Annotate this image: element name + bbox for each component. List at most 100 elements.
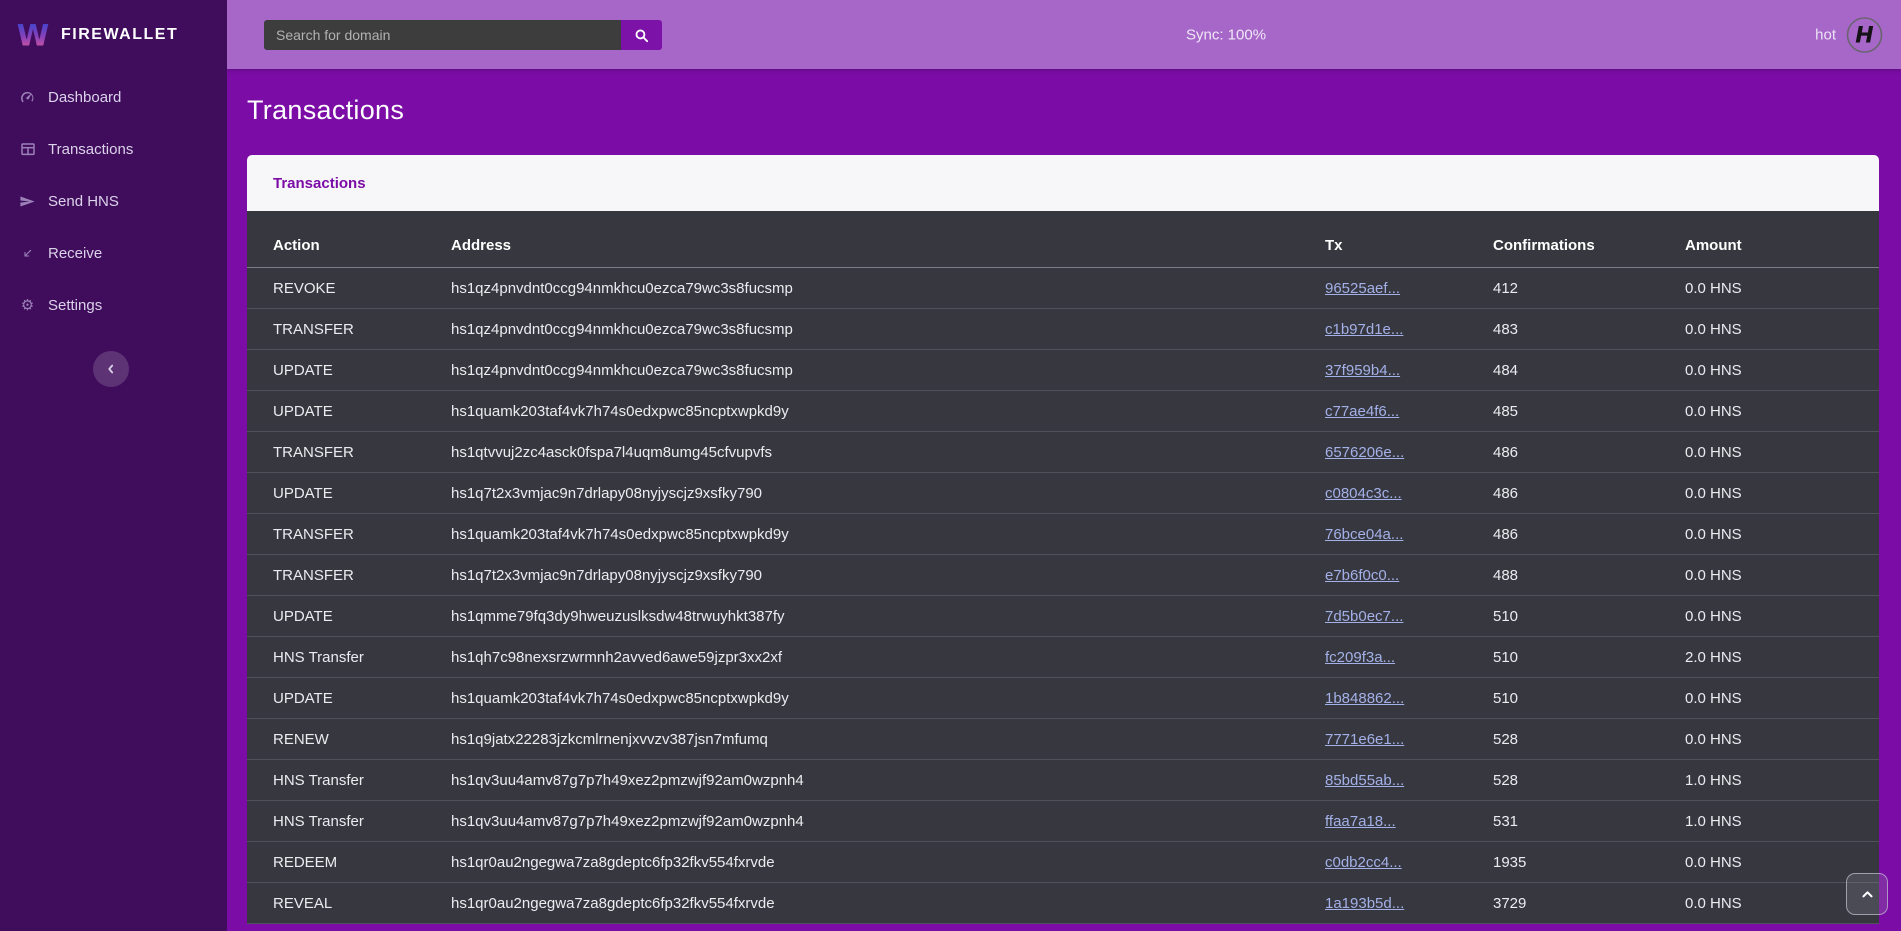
sidebar-item-label: Transactions [48, 141, 133, 158]
tx-hash-link[interactable]: 85bd55ab... [1325, 772, 1404, 789]
sidebar-item-send-hns[interactable]: Send HNS [0, 175, 227, 227]
table-row: REVOKE hs1qz4pnvdnt0ccg94nmkhcu0ezca79wc… [247, 268, 1879, 309]
tx-hash-link[interactable]: 1b848862... [1325, 690, 1404, 707]
scroll-to-top-button[interactable] [1846, 873, 1888, 915]
table-row: TRANSFER hs1qz4pnvdnt0ccg94nmkhcu0ezca79… [247, 309, 1879, 350]
tx-amount: 1.0 HNS [1685, 801, 1879, 842]
tx-action: UPDATE [247, 596, 451, 637]
transactions-card: Transactions Action Address Tx Confirmat… [247, 155, 1879, 924]
tx-amount: 0.0 HNS [1685, 678, 1879, 719]
tx-hash-link[interactable]: 6576206e... [1325, 444, 1404, 461]
card-title: Transactions [247, 155, 1879, 211]
tx-address: hs1q9jatx22283jzkcmlrnenjxvvzv387jsn7mfu… [451, 719, 1325, 760]
search-button[interactable] [621, 20, 662, 50]
table-row: REVEAL hs1qr0au2ngegwa7za8gdeptc6fp32fkv… [247, 883, 1879, 924]
tx-hash-link[interactable]: e7b6f0c0... [1325, 567, 1399, 584]
table-row: REDEEM hs1qr0au2ngegwa7za8gdeptc6fp32fkv… [247, 842, 1879, 883]
tx-hash-cell: 96525aef... [1325, 268, 1493, 309]
tx-address: hs1qv3uu4amv87g7p7h49xez2pmzwjf92am0wzpn… [451, 760, 1325, 801]
tx-amount: 0.0 HNS [1685, 350, 1879, 391]
tx-hash-cell: fc209f3a... [1325, 637, 1493, 678]
tx-action: RENEW [247, 719, 451, 760]
firewallet-logo-icon: W [14, 16, 52, 54]
tx-hash-cell: c0db2cc4... [1325, 842, 1493, 883]
tx-confirmations: 486 [1493, 432, 1685, 473]
tx-hash-cell: e7b6f0c0... [1325, 555, 1493, 596]
tx-hash-link[interactable]: fc209f3a... [1325, 649, 1395, 666]
tx-action: TRANSFER [247, 514, 451, 555]
tx-amount: 0.0 HNS [1685, 268, 1879, 309]
sidebar-item-receive[interactable]: Receive [0, 227, 227, 279]
tx-hash-cell: 1a193b5d... [1325, 883, 1493, 924]
tx-confirmations: 528 [1493, 719, 1685, 760]
tx-confirmations: 510 [1493, 596, 1685, 637]
tx-confirmations: 484 [1493, 350, 1685, 391]
tx-hash-link[interactable]: 96525aef... [1325, 280, 1400, 297]
tx-confirmations: 486 [1493, 514, 1685, 555]
tx-confirmations: 488 [1493, 555, 1685, 596]
table-row: TRANSFER hs1quamk203taf4vk7h74s0edxpwc85… [247, 514, 1879, 555]
dashboard-gauge-icon [18, 89, 37, 106]
tx-address: hs1qv3uu4amv87g7p7h49xez2pmzwjf92am0wzpn… [451, 801, 1325, 842]
tx-hash-link[interactable]: 76bce04a... [1325, 526, 1403, 543]
wallet-name: hot [1815, 26, 1836, 43]
sidebar-collapse-button[interactable] [93, 351, 129, 387]
tx-address: hs1qz4pnvdnt0ccg94nmkhcu0ezca79wc3s8fucs… [451, 309, 1325, 350]
tx-action: REVEAL [247, 883, 451, 924]
tx-confirmations: 510 [1493, 678, 1685, 719]
tx-confirmations: 1935 [1493, 842, 1685, 883]
tx-hash-cell: c77ae4f6... [1325, 391, 1493, 432]
tx-action: UPDATE [247, 350, 451, 391]
table-row: UPDATE hs1quamk203taf4vk7h74s0edxpwc85nc… [247, 391, 1879, 432]
table-row: HNS Transfer hs1qv3uu4amv87g7p7h49xez2pm… [247, 760, 1879, 801]
tx-address: hs1qtvvuj2zc4asck0fspa7l4uqm8umg45cfvupv… [451, 432, 1325, 473]
sidebar-item-settings[interactable]: ⚙ Settings [0, 279, 227, 331]
search-input[interactable] [264, 20, 621, 50]
tx-hash-link[interactable]: 7d5b0ec7... [1325, 608, 1403, 625]
tx-hash-link[interactable]: 1a193b5d... [1325, 895, 1404, 912]
tx-hash-link[interactable]: ffaa7a18... [1325, 813, 1396, 830]
tx-amount: 0.0 HNS [1685, 473, 1879, 514]
table-row: HNS Transfer hs1qv3uu4amv87g7p7h49xez2pm… [247, 801, 1879, 842]
settings-gear-icon: ⚙ [18, 298, 37, 313]
sidebar: W FIREWALLET Dashboard Transact [0, 0, 227, 931]
tx-hash-cell: 1b848862... [1325, 678, 1493, 719]
tx-hash-link[interactable]: c1b97d1e... [1325, 321, 1403, 338]
brand[interactable]: W FIREWALLET [0, 0, 227, 69]
tx-amount: 1.0 HNS [1685, 760, 1879, 801]
table-row: TRANSFER hs1qtvvuj2zc4asck0fspa7l4uqm8um… [247, 432, 1879, 473]
table-row: RENEW hs1q9jatx22283jzkcmlrnenjxvvzv387j… [247, 719, 1879, 760]
tx-amount: 0.0 HNS [1685, 514, 1879, 555]
tx-hash-cell: 37f959b4... [1325, 350, 1493, 391]
column-header-confirmations: Confirmations [1493, 211, 1685, 268]
svg-text:H: H [1855, 23, 1873, 48]
tx-confirmations: 486 [1493, 473, 1685, 514]
tx-action: TRANSFER [247, 432, 451, 473]
brand-name: FIREWALLET [61, 26, 178, 44]
column-header-amount: Amount [1685, 211, 1879, 268]
handshake-h-icon[interactable]: H [1846, 16, 1883, 53]
tx-action: HNS Transfer [247, 760, 451, 801]
tx-amount: 0.0 HNS [1685, 432, 1879, 473]
tx-hash-link[interactable]: c77ae4f6... [1325, 403, 1399, 420]
column-header-action: Action [247, 211, 451, 268]
chevron-left-icon [105, 363, 117, 375]
tx-hash-link[interactable]: c0db2cc4... [1325, 854, 1402, 871]
sidebar-nav: Dashboard Transactions Send HNS [0, 71, 227, 331]
tx-hash-cell: 6576206e... [1325, 432, 1493, 473]
tx-hash-cell: 7771e6e1... [1325, 719, 1493, 760]
svg-text:W: W [17, 18, 49, 52]
tx-confirmations: 483 [1493, 309, 1685, 350]
sidebar-item-dashboard[interactable]: Dashboard [0, 71, 227, 123]
sidebar-item-transactions[interactable]: Transactions [0, 123, 227, 175]
tx-amount: 0.0 HNS [1685, 309, 1879, 350]
tx-hash-link[interactable]: 37f959b4... [1325, 362, 1400, 379]
tx-hash-cell: c0804c3c... [1325, 473, 1493, 514]
wallet-selector[interactable]: hot H [1815, 16, 1883, 53]
sidebar-item-label: Send HNS [48, 193, 119, 210]
column-header-tx: Tx [1325, 211, 1493, 268]
tx-hash-cell: c1b97d1e... [1325, 309, 1493, 350]
tx-hash-link[interactable]: c0804c3c... [1325, 485, 1402, 502]
tx-hash-link[interactable]: 7771e6e1... [1325, 731, 1404, 748]
table-row: TRANSFER hs1q7t2x3vmjac9n7drlapy08nyjysc… [247, 555, 1879, 596]
